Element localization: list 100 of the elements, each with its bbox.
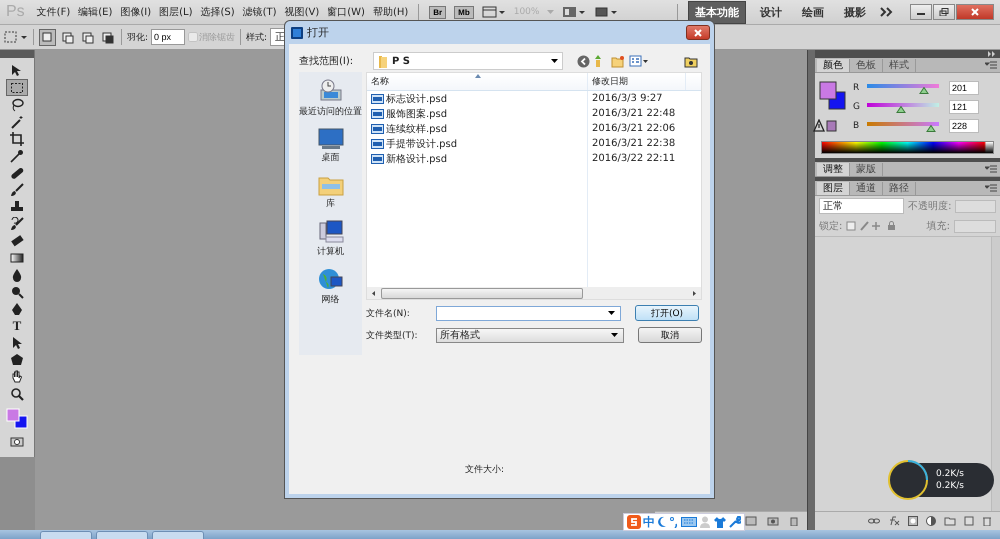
panel-menu-icon[interactable] [985, 184, 997, 192]
screen-mode-icon[interactable] [594, 6, 618, 18]
input-mode[interactable]: 中 [643, 514, 655, 530]
look-in-select[interactable]: P S [373, 52, 563, 70]
gradient-icon[interactable] [10, 250, 24, 264]
color-swatches[interactable] [819, 81, 847, 111]
panel-tab[interactable]: 通道 [850, 182, 883, 195]
workspace-tab[interactable]: 绘画 [796, 2, 830, 22]
workspace-tab[interactable]: 摄影 [838, 2, 872, 22]
view-menu-icon[interactable] [629, 54, 649, 68]
channel-value-field[interactable]: 201 [949, 81, 979, 95]
shape-icon[interactable] [10, 352, 24, 366]
filename-field[interactable] [436, 306, 621, 320]
panel-tab[interactable]: 色板 [850, 59, 883, 72]
place-label[interactable]: 桌面 [322, 151, 340, 164]
scroll-left-icon[interactable] [371, 290, 377, 296]
restore-button[interactable] [933, 4, 955, 20]
place-label[interactable]: 最近访问的位置 [299, 105, 362, 118]
hand-icon[interactable] [10, 370, 24, 384]
folder-icon[interactable] [684, 54, 698, 68]
file-type-select[interactable]: 所有格式 [436, 328, 624, 342]
file-name[interactable]: 新格设计.psd [386, 152, 448, 166]
drop-icon[interactable] [10, 268, 24, 282]
panel-tab[interactable]: 图层 [817, 182, 850, 195]
camera-icon[interactable] [767, 516, 779, 526]
panel-tab[interactable]: 路径 [883, 182, 916, 195]
workspace-tab[interactable]: 设计 [754, 2, 788, 22]
menu-item[interactable]: 帮助(H) [372, 5, 408, 19]
horizontal-scrollbar[interactable] [367, 287, 701, 299]
panel-icon[interactable] [745, 516, 757, 526]
place-label[interactable]: 计算机 [317, 245, 344, 258]
column-header[interactable]: 名称 [367, 73, 587, 90]
panel-tab[interactable]: 颜色 [817, 59, 850, 72]
channel-value-field[interactable]: 121 [949, 100, 979, 114]
slider-thumb[interactable] [896, 106, 906, 113]
magic-wand-icon[interactable] [10, 114, 24, 128]
slider-thumb[interactable] [926, 125, 936, 132]
zoom-icon[interactable] [10, 386, 24, 400]
brush-icon[interactable] [10, 182, 24, 196]
pen-icon[interactable] [10, 302, 24, 316]
bridge-button[interactable]: Br [429, 6, 446, 18]
panel-tab[interactable]: 样式 [883, 59, 916, 72]
monitor-icon[interactable] [318, 128, 344, 150]
trash-icon[interactable] [789, 516, 799, 526]
menu-item[interactable]: 视图(V) [284, 5, 320, 19]
marquee-tool-icon[interactable] [10, 80, 24, 94]
file-name[interactable]: 手提带设计.psd [386, 136, 458, 150]
eyedropper-icon[interactable] [10, 148, 24, 162]
column-header[interactable]: 修改日期 [587, 73, 685, 90]
lasso-tool-icon[interactable] [10, 98, 24, 112]
cancel-button[interactable]: 取消 [638, 327, 702, 343]
mask-icon[interactable] [908, 516, 918, 526]
file-name[interactable]: 标志设计.psd [386, 92, 448, 106]
file-name[interactable]: 服饰图案.psd [386, 106, 448, 120]
mini-bridge-button[interactable]: Mb [454, 6, 474, 18]
shirt-icon[interactable] [713, 516, 727, 528]
file-name[interactable]: 连续纹样.psd [386, 122, 448, 136]
panel-tab[interactable]: 调整 [817, 163, 850, 176]
adjustment-icon[interactable] [926, 516, 936, 526]
close-button[interactable] [686, 25, 710, 40]
color-swatches[interactable] [4, 406, 30, 430]
more-icon[interactable] [880, 7, 894, 17]
menu-item[interactable]: 选择(S) [200, 5, 235, 19]
back-icon[interactable] [577, 54, 590, 68]
menu-item[interactable]: 滤镜(T) [242, 5, 277, 19]
network-speed-widget[interactable]: 0.2K/s 0.2K/s [890, 463, 994, 497]
crop-tool-icon[interactable] [10, 132, 24, 146]
input-method-icon[interactable] [627, 515, 641, 529]
open-button[interactable]: 打开(O) [635, 305, 699, 321]
close-button[interactable] [956, 4, 994, 20]
wrench-icon[interactable] [729, 516, 741, 528]
globe-icon[interactable] [318, 268, 344, 292]
link-icon[interactable] [868, 516, 880, 526]
punctuation-icon[interactable] [669, 516, 679, 528]
fill-field[interactable] [954, 220, 996, 232]
gamut-warning-icon[interactable] [813, 119, 837, 133]
quick-mask-icon[interactable] [10, 437, 24, 447]
menu-item[interactable]: 窗口(W) [327, 5, 365, 19]
menu-item[interactable]: 图层(L) [159, 5, 192, 19]
panel-tab[interactable]: 蒙版 [850, 163, 883, 176]
color-spectrum[interactable] [821, 141, 994, 154]
computer-icon[interactable] [318, 220, 344, 244]
new-layer-icon[interactable] [964, 516, 974, 526]
channel-value-field[interactable]: 228 [949, 119, 979, 133]
scrollbar[interactable] [991, 237, 1000, 511]
selection-mode-icon[interactable] [39, 28, 56, 46]
history-brush-icon[interactable] [10, 216, 24, 230]
moon-icon[interactable] [657, 516, 667, 528]
opacity-field[interactable] [955, 200, 996, 212]
type-tool[interactable]: T [12, 319, 22, 332]
menu-item[interactable]: 编辑(E) [78, 5, 112, 19]
slider-thumb[interactable] [918, 87, 929, 94]
feather-field[interactable]: 0 px [151, 29, 186, 45]
arrange-icon[interactable] [562, 6, 586, 18]
place-label[interactable]: 库 [326, 197, 335, 210]
marquee-preset-icon[interactable] [4, 30, 28, 44]
new-folder-icon[interactable] [611, 54, 625, 68]
panel-menu-icon[interactable] [985, 165, 997, 173]
stamp-icon[interactable] [10, 200, 24, 214]
blend-mode-select[interactable]: 正常 [819, 198, 904, 214]
